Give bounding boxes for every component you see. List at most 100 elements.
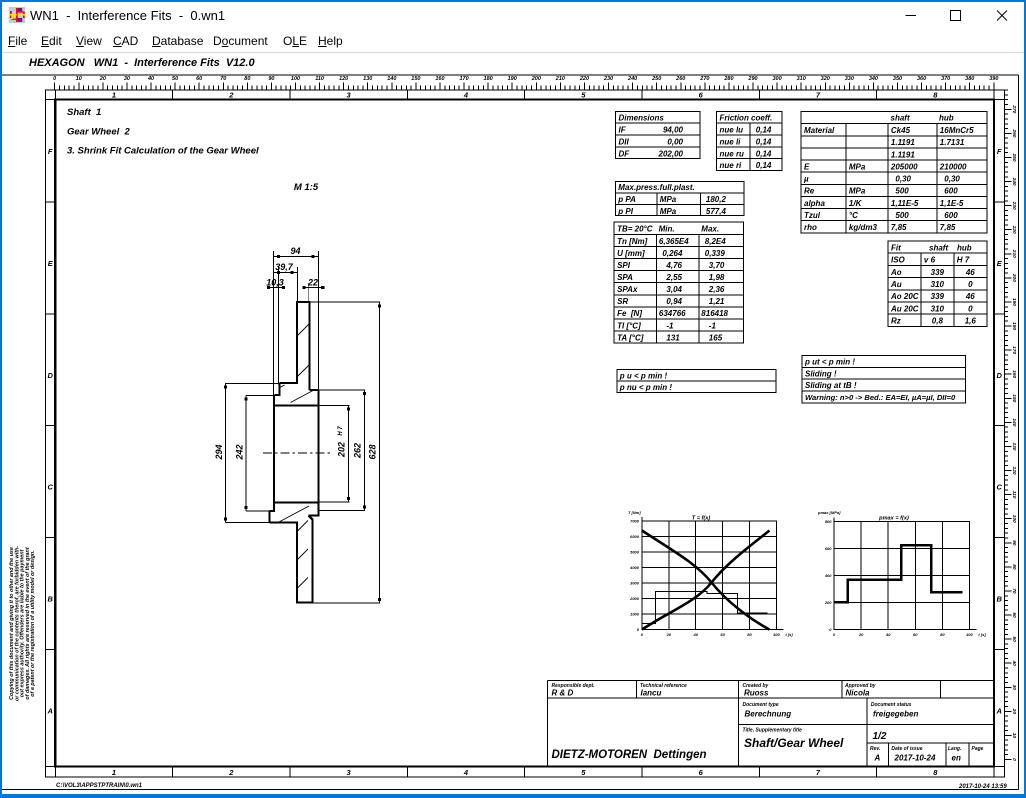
svg-text:10: 10 <box>76 76 82 82</box>
svg-text:816418: 816418 <box>701 309 728 318</box>
svg-text:190: 190 <box>1011 298 1017 306</box>
svg-text:40: 40 <box>1011 660 1017 667</box>
svg-text:0,00: 0,00 <box>667 137 683 146</box>
svg-text:2: 2 <box>228 768 234 777</box>
svg-text:30: 30 <box>1011 685 1017 691</box>
svg-text:3: 3 <box>347 91 352 100</box>
svg-text:180: 180 <box>1011 322 1017 330</box>
svg-text:290: 290 <box>747 76 757 82</box>
svg-text:60: 60 <box>1011 612 1017 618</box>
svg-text:120: 120 <box>1011 467 1017 475</box>
svg-text:4,76: 4,76 <box>665 261 682 270</box>
svg-text:-1: -1 <box>709 321 717 330</box>
svg-text:µ: µ <box>803 175 809 184</box>
svg-text:DIETZ-MOTOREN Dettingen: DIETZ-MOTOREN Dettingen <box>552 749 707 761</box>
svg-text:400: 400 <box>824 573 832 578</box>
svg-text:M 1:5: M 1:5 <box>294 182 319 193</box>
svg-text:240: 240 <box>627 76 637 82</box>
svg-text:3: 3 <box>347 768 352 777</box>
svg-text:C:\VOL3\APPSTPTRAIN\0.wn1: C:\VOL3\APPSTPTRAIN\0.wn1 <box>56 783 143 789</box>
svg-text:C: C <box>47 483 53 492</box>
svg-text:hub: hub <box>957 243 972 252</box>
svg-text:Max.press.full.plast.: Max.press.full.plast. <box>618 183 694 192</box>
svg-text:500: 500 <box>895 187 909 196</box>
svg-text:110: 110 <box>315 76 324 82</box>
svg-text:220: 220 <box>579 76 589 82</box>
svg-text:E: E <box>804 162 810 171</box>
svg-text:2,36: 2,36 <box>708 285 725 294</box>
svg-text:60: 60 <box>720 632 725 637</box>
svg-text:300: 300 <box>773 76 782 82</box>
svg-text:0: 0 <box>53 76 56 82</box>
svg-text:60: 60 <box>196 76 202 82</box>
svg-text:TB= 20°C: TB= 20°C <box>617 224 653 233</box>
svg-text:Tzul: Tzul <box>804 211 821 220</box>
svg-text:202,00: 202,00 <box>658 149 684 158</box>
svg-text:370: 370 <box>941 76 950 82</box>
svg-text:IF: IF <box>619 125 627 134</box>
svg-text:Material: Material <box>804 126 835 135</box>
svg-text:0: 0 <box>641 632 644 637</box>
svg-text:Au: Au <box>890 280 902 289</box>
svg-text:80: 80 <box>1011 564 1017 570</box>
svg-text:1000: 1000 <box>630 612 640 617</box>
svg-text:U [mm]: U [mm] <box>617 249 645 258</box>
svg-text:alpha: alpha <box>804 199 825 208</box>
svg-text:t [s]: t [s] <box>785 632 793 637</box>
svg-text:A: A <box>995 706 1001 715</box>
svg-text:6: 6 <box>699 91 704 100</box>
svg-text:3000: 3000 <box>630 581 640 586</box>
svg-text:10,3: 10,3 <box>266 278 284 288</box>
svg-text:TI [°C]: TI [°C] <box>617 321 641 330</box>
svg-text:600: 600 <box>944 187 958 196</box>
svg-text:6,365E4: 6,365E4 <box>659 237 689 246</box>
svg-text:0,14: 0,14 <box>756 125 772 134</box>
svg-text:270: 270 <box>699 76 709 82</box>
svg-text:freigegeben: freigegeben <box>873 710 918 719</box>
svg-text:2000: 2000 <box>629 596 640 601</box>
svg-text:230: 230 <box>603 76 613 82</box>
svg-text:180,2: 180,2 <box>706 195 727 204</box>
svg-text:shaft: shaft <box>891 114 910 123</box>
svg-text:310: 310 <box>931 304 945 313</box>
svg-text:80: 80 <box>747 632 752 637</box>
svg-text:20: 20 <box>99 76 106 82</box>
svg-text:hub: hub <box>939 114 954 123</box>
svg-text:205000: 205000 <box>890 162 918 171</box>
svg-text:3,04: 3,04 <box>666 285 682 294</box>
svg-text:7: 7 <box>816 768 821 777</box>
svg-text:8: 8 <box>933 768 938 777</box>
svg-text:90: 90 <box>1011 540 1017 546</box>
svg-text:0,30: 0,30 <box>895 175 911 184</box>
svg-text:1.1191: 1.1191 <box>891 138 915 147</box>
svg-text:Iancu: Iancu <box>641 689 662 698</box>
svg-text:4: 4 <box>463 768 469 777</box>
svg-text:nue ru: nue ru <box>720 149 745 158</box>
svg-text:100: 100 <box>966 632 973 637</box>
svg-text:Berechnung: Berechnung <box>745 710 792 719</box>
svg-text:p nu < p min !: p nu < p min ! <box>619 383 673 392</box>
svg-text:t [s]: t [s] <box>978 632 986 637</box>
svg-text:0,14: 0,14 <box>756 137 772 146</box>
svg-text:Sliding !: Sliding ! <box>805 369 837 378</box>
svg-text:210: 210 <box>555 76 565 82</box>
svg-text:SPAx: SPAx <box>617 285 638 294</box>
svg-text:Ck45: Ck45 <box>891 126 911 135</box>
svg-text:200: 200 <box>824 600 832 605</box>
svg-text:242: 242 <box>235 444 245 460</box>
svg-text:230: 230 <box>1011 201 1017 210</box>
svg-text:Re: Re <box>804 187 815 196</box>
svg-text:Ruoss: Ruoss <box>744 689 769 698</box>
svg-text:140: 140 <box>1011 418 1017 426</box>
svg-text:2017-10-24: 2017-10-24 <box>894 754 936 763</box>
svg-text:nue lu: nue lu <box>720 125 744 134</box>
svg-text:Warning: n>0 -> Bed.: EA=EI, µ: Warning: n>0 -> Bed.: EA=EI, µA=µI, DII=… <box>805 393 956 402</box>
svg-text:1.1191: 1.1191 <box>891 150 915 159</box>
svg-text:T = f(x): T = f(x) <box>692 516 711 522</box>
svg-text:Friction coeff.: Friction coeff. <box>720 114 773 123</box>
svg-text:p u < p min !: p u < p min ! <box>619 372 668 381</box>
svg-text:100: 100 <box>1011 515 1017 523</box>
svg-text:310: 310 <box>931 280 945 289</box>
svg-text:0: 0 <box>833 632 836 637</box>
svg-text:20: 20 <box>858 632 864 637</box>
